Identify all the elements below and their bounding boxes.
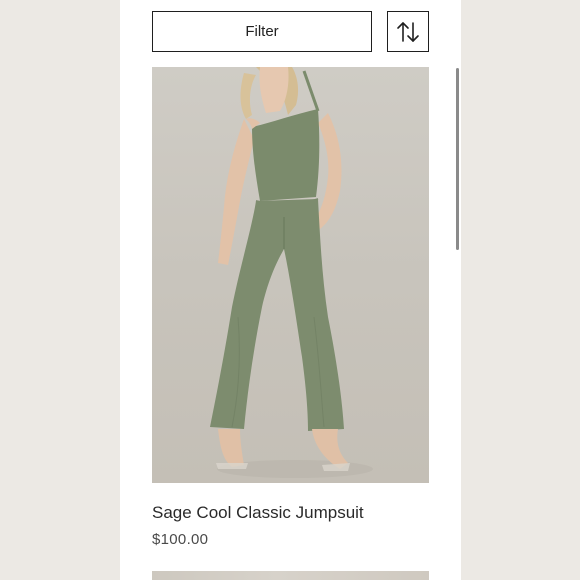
jumpsuit-model-illustration <box>210 67 373 478</box>
filter-button-label: Filter <box>245 23 279 40</box>
sort-arrows-icon <box>397 21 419 42</box>
next-product-image-preview[interactable] <box>152 571 429 580</box>
right-backdrop <box>461 0 580 580</box>
product-image[interactable] <box>152 67 429 483</box>
product-card[interactable]: Sage Cool Classic Jumpsuit $100.00 <box>152 67 429 548</box>
product-price: $100.00 <box>152 531 209 548</box>
product-name[interactable]: Sage Cool Classic Jumpsuit <box>152 503 364 523</box>
scrollbar[interactable] <box>456 68 459 250</box>
filter-button[interactable]: Filter <box>152 11 372 52</box>
left-backdrop <box>0 0 120 580</box>
sort-button[interactable] <box>387 11 429 52</box>
mobile-screen: Filter Sage Cool Classic Jumpsuit $100.0… <box>120 0 461 580</box>
